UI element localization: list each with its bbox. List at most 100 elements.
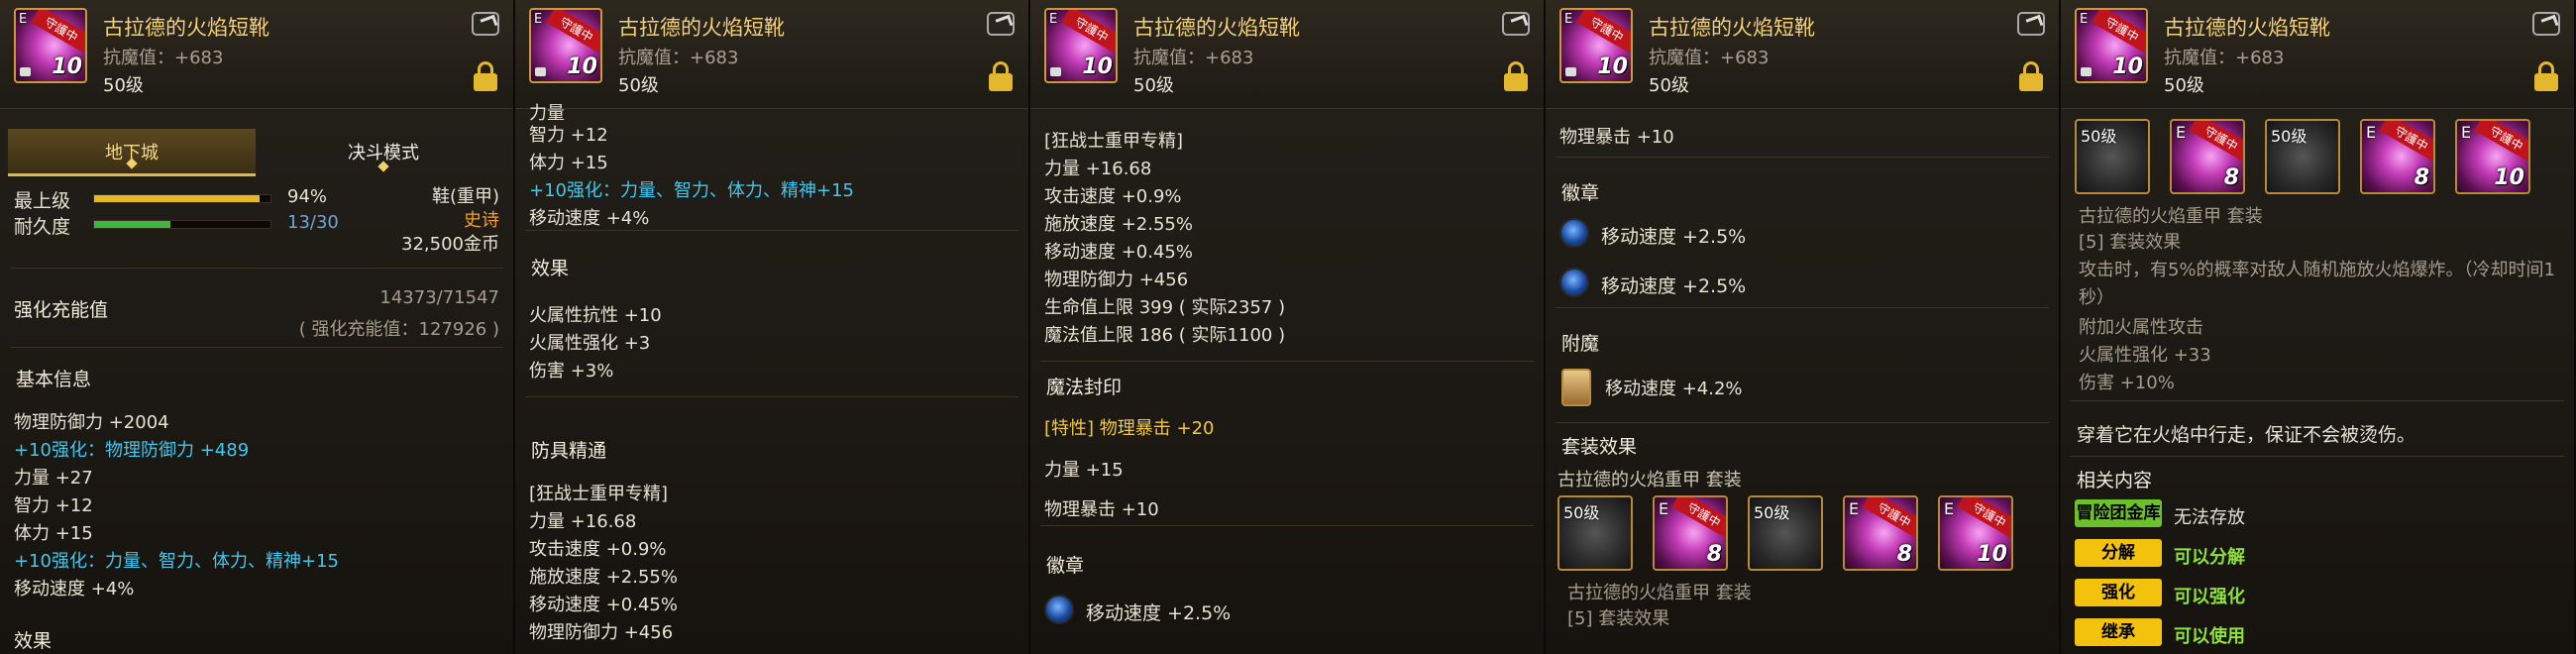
stat-line: 移动速度 +4%: [14, 579, 135, 600]
slot-level: 50级: [1563, 503, 1600, 522]
slot-grade: E: [1849, 499, 1860, 518]
charge-label: 强化充能值: [14, 299, 109, 321]
item-icon-level: 10: [1082, 54, 1113, 79]
emblem-icon[interactable]: [1559, 218, 1589, 248]
set-item-slot[interactable]: 50级: [2075, 119, 2150, 194]
seal-trait: [特性] 物理暴击 +20: [1044, 418, 1215, 439]
set-items-row: 50级 E 守護中 8 50级 E 守護中 8 E 守護中 10: [1557, 495, 2033, 571]
related-status: 可以使用: [2174, 626, 2245, 647]
related-button-label: 继承: [2101, 622, 2135, 642]
durability-value: 13/30: [287, 212, 339, 233]
lock-icon[interactable]: [1504, 61, 1528, 91]
tooltip-panel-2: E 守護中 10 古拉德的火焰短靴 抗魔值：+683 50级 力量 智力 +12…: [515, 0, 1030, 654]
mode-tabs: 地下城 决斗模式: [0, 129, 513, 176]
stat-line: 智力 +12: [529, 125, 608, 146]
share-icon[interactable]: [2017, 12, 2045, 36]
slot-tag: 守護中: [1957, 497, 2011, 539]
item-type: 鞋(重甲): [431, 186, 499, 207]
set-desc: 攻击时，有5%的概率对敌人随机施放火焰爆炸。（冷却时间1: [2079, 260, 2556, 280]
mastery-line: 移动速度 +0.45%: [1044, 242, 1193, 263]
set-item-slot[interactable]: E 守護中 8: [1653, 495, 1728, 571]
emblem-icon[interactable]: [1559, 268, 1589, 297]
mastery-line: 移动速度 +0.45%: [529, 595, 678, 615]
item-header: E 守護中 10 古拉德的火焰短靴 抗魔值：+683 50级: [1030, 0, 1544, 109]
emblem-icon[interactable]: [1044, 595, 1074, 624]
emblem-title: 徽章: [1561, 182, 1600, 204]
item-level: 50级: [1649, 75, 1689, 96]
share-icon[interactable]: [987, 12, 1015, 36]
set-item-slot[interactable]: E 守護中 8: [1843, 495, 1918, 571]
tab-duel[interactable]: 决斗模式: [260, 129, 507, 176]
grade-percent: 94%: [287, 186, 328, 207]
mastery-line: [狂战士重甲专精]: [529, 484, 669, 504]
item-name: 古拉德的火焰短靴: [1649, 16, 1815, 40]
item-icon-tag: 守護中: [31, 10, 85, 53]
effect-line: 伤害 +3%: [529, 361, 614, 382]
emblem-line: 移动速度 +2.5%: [1601, 226, 1747, 248]
magic-seal-title: 魔法封印: [1046, 377, 1123, 398]
item-icon[interactable]: E 守護中 10: [1044, 8, 1118, 83]
mastery-line: 物理防御力 +456: [1044, 270, 1189, 290]
item-name: 古拉德的火焰短靴: [103, 16, 269, 40]
enchant-card-icon[interactable]: [1561, 369, 1591, 406]
share-icon[interactable]: [472, 12, 499, 36]
seal-line: 力量 +15: [1044, 460, 1124, 481]
slot-grade: E: [2461, 123, 2472, 142]
stat-line: 物理防御力 +2004: [14, 412, 169, 433]
set-item-slot[interactable]: E 守護中 8: [2360, 119, 2435, 194]
effect-title-cut: 效果: [14, 630, 53, 652]
related-button[interactable]: 分解: [2075, 539, 2162, 567]
durability-bar: [93, 220, 271, 229]
item-icon-tag: 守護中: [1061, 10, 1116, 53]
item-name: 古拉德的火焰短靴: [2164, 16, 2330, 40]
item-magic-def: 抗魔值：+683: [103, 48, 224, 68]
tab-dungeon[interactable]: 地下城: [8, 129, 256, 176]
set-items-row: 50级 E 守護中 8 50级 E 守護中 8 E 守護中 10: [2075, 119, 2550, 194]
slot-level: 50级: [2081, 127, 2117, 146]
item-icon[interactable]: E 守護中 10: [14, 8, 87, 83]
set-item-slot[interactable]: E 守護中 10: [2455, 119, 2530, 194]
stat-line: 物理暴击 +10: [1559, 127, 1674, 148]
related-status: 可以分解: [2174, 547, 2245, 568]
mastery-line: 物理防御力 +456: [529, 622, 674, 643]
mastery-line: 生命值上限 399 ( 实际2357 ): [1044, 297, 1286, 318]
emblem-line: 移动速度 +2.5%: [1086, 602, 1232, 624]
slot-grade: E: [2366, 123, 2377, 142]
related-button-label: 强化: [2101, 583, 2135, 602]
set-item-slot[interactable]: E 守護中 10: [1938, 495, 2013, 571]
item-icon-grade: E: [2080, 12, 2089, 27]
stat-line: +10强化：力量、智力、体力、精神+15: [529, 180, 854, 201]
related-button-label: 冒险团金库: [2076, 503, 2161, 523]
lock-icon: [1050, 67, 1061, 76]
mastery-line: 施放速度 +2.55%: [1044, 214, 1193, 235]
related-button[interactable]: 冒险团金库: [2075, 499, 2162, 527]
stat-line: 移动速度 +4%: [529, 208, 650, 229]
set-item-slot[interactable]: 50级: [1557, 495, 1633, 571]
item-icon-grade: E: [19, 12, 28, 27]
item-level: 50级: [103, 75, 144, 96]
set-item-slot[interactable]: 50级: [2265, 119, 2340, 194]
mastery-line: [狂战士重甲专精]: [1044, 131, 1184, 152]
set-item-slot[interactable]: 50级: [1748, 495, 1823, 571]
item-icon[interactable]: E 守護中 10: [2075, 8, 2148, 83]
lock-icon[interactable]: [2534, 61, 2558, 91]
item-icon-grade: E: [534, 12, 543, 27]
stat-line: 智力 +12: [14, 495, 93, 516]
related-button[interactable]: 继承: [2075, 618, 2162, 646]
enchant-line: 移动速度 +4.2%: [1605, 379, 1743, 399]
lock-icon[interactable]: [474, 61, 497, 91]
item-icon[interactable]: E 守護中 10: [529, 8, 602, 83]
related-button[interactable]: 强化: [2075, 579, 2162, 606]
stat-line: +10强化：力量、智力、体力、精神+15: [14, 551, 339, 572]
item-icon[interactable]: E 守護中 10: [1559, 8, 1633, 83]
item-magic-def: 抗魔值：+683: [2164, 48, 2285, 68]
lock-icon[interactable]: [2019, 61, 2043, 91]
slot-level: 50级: [1754, 503, 1790, 522]
set-item-slot[interactable]: E 守護中 8: [2170, 119, 2245, 194]
lock-icon[interactable]: [989, 61, 1013, 91]
item-magic-def: 抗魔值：+683: [618, 48, 739, 68]
emblem-line: 移动速度 +2.5%: [1601, 275, 1747, 297]
share-icon[interactable]: [2532, 12, 2560, 36]
charge-value: 14373/71547: [379, 287, 499, 308]
share-icon[interactable]: [1502, 12, 1530, 36]
